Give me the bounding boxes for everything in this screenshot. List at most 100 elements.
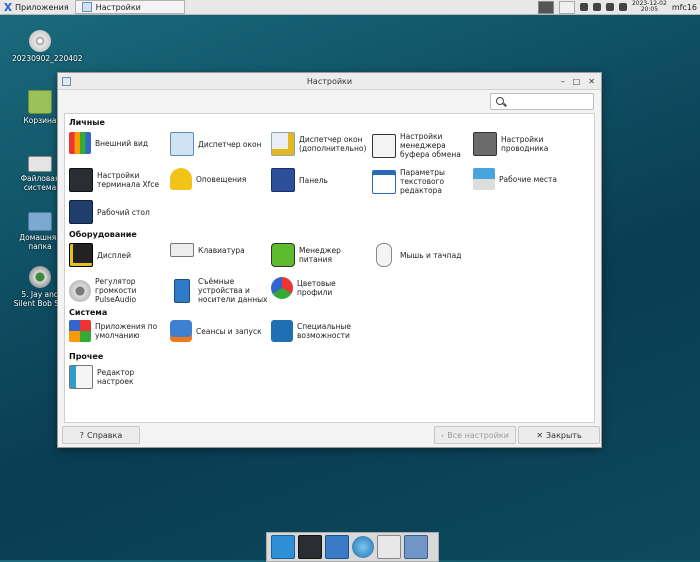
disc-icon — [29, 30, 51, 52]
volume-icon[interactable] — [592, 3, 601, 11]
window-manager-icon — [170, 132, 194, 156]
web-browser-icon[interactable] — [352, 536, 374, 558]
notification-bell-icon[interactable] — [618, 3, 627, 11]
minimize-icon[interactable]: – — [561, 77, 565, 86]
item-panel[interactable]: Панель — [271, 168, 371, 192]
item-appearance[interactable]: Внешний вид — [69, 132, 169, 154]
settings-window: Настройки – □ ✕ Личные Внешний вид Диспе… — [57, 72, 602, 448]
item-window-manager[interactable]: Диспетчер окон — [170, 132, 270, 156]
item-notifications[interactable]: Оповещения — [170, 168, 270, 190]
search-icon — [496, 97, 504, 105]
keyboard-icon — [170, 243, 194, 257]
search-input[interactable] — [490, 93, 594, 110]
window-titlebar[interactable]: Настройки – □ ✕ — [58, 73, 601, 90]
folder-launcher-icon[interactable] — [404, 535, 428, 559]
taskbar-button-label: Настройки — [95, 2, 141, 12]
back-arrow-icon: ‹ — [441, 430, 445, 440]
section-other: Прочее — [69, 352, 104, 361]
item-accessibility[interactable]: Специальные возможности — [271, 320, 371, 342]
settings-editor-icon — [69, 365, 93, 389]
item-pulseaudio[interactable]: Регулятор громкости PulseAudio — [69, 277, 169, 304]
color-profiles-icon — [271, 277, 293, 299]
taskbar-button-settings[interactable]: Настройки — [74, 0, 185, 14]
drive-icon — [28, 156, 52, 172]
xfce-logo-icon — [4, 3, 12, 11]
file-manager-icon — [473, 132, 497, 156]
bottom-dock — [266, 532, 439, 562]
terminal-icon — [69, 168, 93, 192]
clock[interactable]: 2023-12-02 20:05 — [632, 1, 667, 13]
applications-menu[interactable]: Приложения — [0, 0, 73, 14]
network-icon[interactable] — [579, 3, 588, 11]
item-power-manager[interactable]: Менеджер питания — [271, 243, 371, 267]
display-icon — [69, 243, 93, 267]
default-apps-icon — [69, 320, 91, 342]
item-label: Дисплей — [97, 250, 132, 260]
desktop-icon — [69, 200, 93, 224]
item-keyboard[interactable]: Клавиатура — [170, 243, 270, 257]
item-default-applications[interactable]: Приложения по умолчанию — [69, 320, 169, 342]
section-personal: Личные — [69, 118, 105, 127]
close-button-icon: ✕ — [536, 430, 544, 440]
close-icon[interactable]: ✕ — [588, 77, 595, 86]
item-label: Внешний вид — [95, 138, 149, 148]
help-button-label: Справка — [87, 430, 123, 440]
usb-drive-icon — [174, 278, 190, 303]
item-terminal[interactable]: Настройки терминала Xfce — [69, 168, 169, 192]
item-label: Оповещения — [196, 174, 247, 184]
desktop-icon-label: 20230902_220402 — [12, 54, 83, 63]
item-workspaces[interactable]: Рабочие места — [473, 168, 573, 190]
text-editor-icon — [372, 169, 396, 194]
user-menu[interactable]: mfc16 — [672, 3, 697, 12]
bell-icon — [170, 168, 192, 190]
help-button[interactable]: ? Справка — [62, 426, 140, 444]
all-settings-button[interactable]: ‹ Все настройки — [434, 426, 516, 444]
speaker-icon — [69, 279, 91, 302]
item-settings-editor[interactable]: Редактор настроек — [69, 365, 169, 389]
item-mouse[interactable]: Мышь и тачпад — [372, 243, 472, 267]
home-folder-icon — [28, 212, 52, 231]
terminal-launcher-icon[interactable] — [298, 535, 322, 559]
battery-icon[interactable] — [605, 3, 614, 11]
item-color-profiles[interactable]: Цветовые профили — [271, 277, 371, 299]
show-desktop-icon[interactable] — [271, 535, 295, 559]
close-button[interactable]: ✕ Закрыть — [518, 426, 600, 444]
item-clipboard-manager[interactable]: Настройки менеджера буфера обмена — [372, 132, 472, 159]
item-label: Диспетчер окон (дополнительно) — [299, 135, 367, 153]
app-finder-icon[interactable] — [377, 535, 401, 559]
item-label: Рабочий стол — [97, 207, 150, 217]
mouse-icon — [376, 243, 392, 267]
desktop-icon-disc[interactable]: 20230902_220402 — [12, 30, 83, 63]
clock-time: 20:05 — [640, 6, 659, 13]
rocket-icon — [170, 320, 192, 342]
item-file-manager[interactable]: Настройки проводника — [473, 132, 573, 156]
file-manager-launcher-icon[interactable] — [325, 535, 349, 559]
item-text-editor[interactable]: Параметры текстового редактора — [372, 168, 472, 195]
item-label: Панель — [299, 175, 328, 185]
maximize-icon[interactable]: □ — [573, 77, 581, 86]
item-label: Менеджер питания — [299, 246, 341, 264]
workspace-2-button[interactable] — [558, 0, 575, 14]
item-label: Клавиатура — [198, 245, 245, 255]
film-icon — [29, 266, 51, 288]
power-manager-icon — [271, 243, 295, 267]
item-sessions[interactable]: Сеансы и запуск — [170, 320, 270, 342]
applications-menu-label: Приложения — [15, 2, 69, 12]
item-label: Настройки менеджера буфера обмена — [400, 132, 461, 159]
item-window-manager-tweaks[interactable]: Диспетчер окон (дополнительно) — [271, 132, 371, 156]
item-label: Цветовые профили — [297, 279, 336, 297]
accessibility-icon — [271, 320, 293, 342]
all-settings-button-label: Все настройки — [447, 430, 509, 440]
close-button-label: Закрыть — [546, 430, 582, 440]
workspace-1-button[interactable] — [537, 0, 554, 14]
trash-icon — [28, 90, 52, 114]
item-display[interactable]: Дисплей — [69, 243, 169, 267]
clipboard-icon — [372, 133, 396, 158]
item-label: Съёмные устройства и носители данных — [198, 277, 268, 304]
item-removable-drives[interactable]: Съёмные устройства и носители данных — [170, 277, 270, 304]
item-desktop[interactable]: Рабочий стол — [69, 200, 169, 224]
section-system: Система — [69, 308, 108, 317]
help-icon: ? — [79, 430, 84, 440]
item-label: Мышь и тачпад — [400, 250, 462, 260]
item-label: Рабочие места — [499, 174, 557, 184]
